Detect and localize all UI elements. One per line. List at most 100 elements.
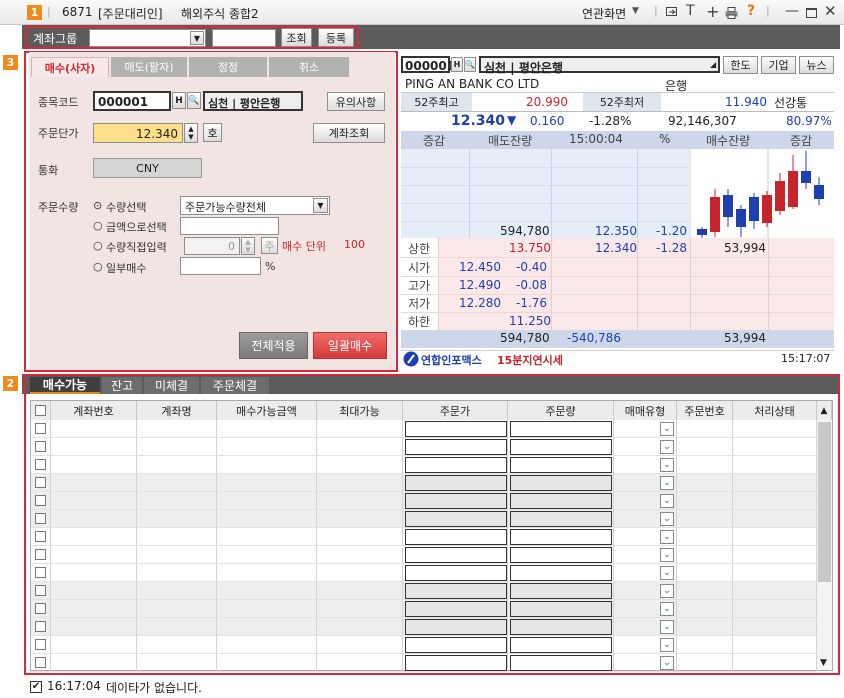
radio-icon[interactable]: ○ (93, 239, 103, 252)
help-icon[interactable]: ? (747, 3, 755, 19)
tab-buy[interactable]: 매수(사자) (31, 57, 109, 77)
order-qty-input[interactable] (510, 457, 612, 473)
order-price-input[interactable] (405, 439, 507, 455)
trade-type-dropdown-icon[interactable]: ⌄ (660, 638, 674, 652)
order-price-input[interactable] (405, 601, 507, 617)
order-qty-input[interactable] (510, 637, 612, 653)
order-qty-input[interactable] (510, 619, 612, 635)
trade-type-dropdown-icon[interactable]: ⌄ (660, 512, 674, 526)
row-checkbox[interactable] (35, 441, 46, 452)
row-checkbox[interactable] (35, 567, 46, 578)
tab-modify[interactable]: 정정 (189, 57, 267, 77)
order-price-input[interactable] (405, 583, 507, 599)
trade-type-dropdown-icon[interactable]: ⌄ (660, 458, 674, 472)
order-qty-input[interactable] (510, 565, 612, 581)
order-price-input[interactable] (405, 475, 507, 491)
radio-icon[interactable]: ○ (93, 219, 103, 232)
order-qty-input[interactable] (510, 547, 612, 563)
scroll-down-icon[interactable]: ▼ (820, 658, 827, 668)
search-icon[interactable]: 🔍 (464, 57, 476, 72)
scroll-up-icon[interactable]: ▲ (817, 401, 832, 420)
trade-type-dropdown-icon[interactable]: ⌄ (660, 494, 674, 508)
bulk-buy-button[interactable]: 일괄매수 (313, 332, 387, 359)
order-qty-input[interactable] (510, 493, 612, 509)
row-checkbox[interactable] (35, 495, 46, 506)
order-qty-input[interactable] (510, 601, 612, 617)
row-checkbox[interactable] (35, 639, 46, 650)
order-price-input[interactable] (405, 547, 507, 563)
row-checkbox[interactable] (35, 585, 46, 596)
order-qty-input[interactable] (510, 439, 612, 455)
history-icon[interactable]: H (451, 57, 463, 72)
chevron-down-icon[interactable]: ▼ (313, 198, 328, 213)
quote-code-input[interactable]: 000001 (401, 56, 455, 73)
linked-screens-menu[interactable]: 연관화면 (582, 5, 626, 22)
row-checkbox[interactable] (35, 657, 46, 668)
partial-percent-input[interactable] (180, 257, 261, 275)
limit-button[interactable]: 한도 (723, 56, 758, 74)
trade-type-dropdown-icon[interactable]: ⌄ (660, 548, 674, 562)
order-qty-input[interactable] (510, 529, 612, 545)
account-group-input[interactable] (212, 29, 276, 47)
share-unit-button[interactable]: 주 (261, 237, 278, 254)
order-qty-input[interactable] (510, 511, 612, 527)
query-button[interactable]: 조회 (281, 28, 312, 47)
select-all-checkbox[interactable] (35, 405, 46, 416)
order-price-input[interactable] (405, 619, 507, 635)
tick-button[interactable]: 호 (203, 123, 222, 142)
amount-input[interactable] (180, 217, 279, 235)
order-price-input[interactable] (405, 493, 507, 509)
row-checkbox[interactable] (35, 477, 46, 488)
order-price-input[interactable] (405, 637, 507, 653)
row-checkbox[interactable] (35, 549, 46, 560)
order-price-input[interactable] (405, 457, 507, 473)
tab-buyable[interactable]: 매수가능 (30, 377, 100, 394)
price-stepper[interactable]: ▲ ▼ (184, 123, 198, 143)
trade-type-dropdown-icon[interactable]: ⌄ (660, 584, 674, 598)
screen-link-icon[interactable] (666, 7, 678, 18)
quantity-select[interactable]: 주문가능수량전체 (180, 196, 330, 215)
maximize-icon[interactable] (806, 8, 817, 18)
row-checkbox[interactable] (35, 531, 46, 542)
history-icon[interactable]: H (172, 92, 186, 109)
row-checkbox[interactable] (35, 621, 46, 632)
trade-type-dropdown-icon[interactable]: ⌄ (660, 566, 674, 580)
trade-type-dropdown-icon[interactable]: ⌄ (660, 440, 674, 454)
trade-type-dropdown-icon[interactable]: ⌄ (660, 422, 674, 436)
text-size-icon[interactable]: T (686, 3, 695, 19)
order-qty-input[interactable] (510, 583, 612, 599)
dropdown-arrow-icon[interactable]: ▼ (632, 6, 639, 16)
account-group-select[interactable]: ▼ (89, 29, 206, 47)
quote-stock-name[interactable]: 심천 | 평안은행 (479, 56, 720, 75)
trade-type-dropdown-icon[interactable]: ⌄ (660, 656, 674, 670)
trade-type-dropdown-icon[interactable]: ⌄ (660, 530, 674, 544)
tab-sell[interactable]: 매도(팔자) (111, 57, 187, 77)
vertical-scrollbar[interactable]: ▼ (817, 420, 832, 670)
order-qty-input[interactable] (510, 421, 612, 437)
row-checkbox[interactable] (35, 423, 46, 434)
radio-icon[interactable]: ○ (93, 260, 103, 273)
scrollbar-thumb[interactable] (818, 422, 831, 582)
row-checkbox[interactable] (35, 603, 46, 614)
register-button[interactable]: 등록 (318, 28, 354, 47)
chevron-down-icon[interactable]: ▼ (190, 31, 204, 45)
row-checkbox[interactable] (35, 459, 46, 470)
qty-stepper[interactable]: ▲ ▼ (241, 237, 255, 255)
order-price-input[interactable] (405, 511, 507, 527)
order-price-input[interactable] (405, 655, 507, 671)
trade-type-dropdown-icon[interactable]: ⌄ (660, 476, 674, 490)
tab-cancel[interactable]: 취소 (269, 57, 349, 77)
search-icon[interactable]: 🔍 (187, 92, 201, 109)
order-price-input[interactable] (405, 565, 507, 581)
tab-unfilled[interactable]: 미체결 (144, 377, 199, 394)
order-price-input[interactable] (405, 529, 507, 545)
tab-filled[interactable]: 주문체결 (201, 377, 269, 394)
company-button[interactable]: 기업 (761, 56, 796, 74)
news-button[interactable]: 뉴스 (799, 56, 834, 74)
row-checkbox[interactable] (35, 513, 46, 524)
direct-qty-input[interactable]: 0 (184, 237, 240, 255)
add-icon[interactable]: + (706, 2, 719, 21)
print-icon[interactable] (725, 7, 738, 19)
price-input[interactable]: 12.340 (93, 123, 183, 143)
apply-all-button[interactable]: 전체적용 (239, 332, 308, 359)
